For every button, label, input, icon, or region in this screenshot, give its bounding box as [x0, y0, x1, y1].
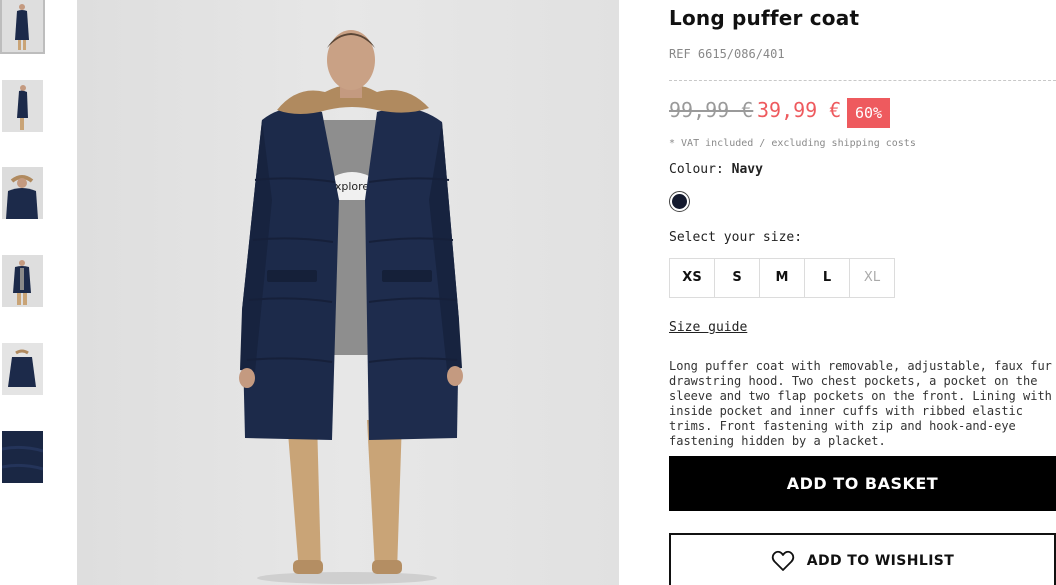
divider — [669, 80, 1056, 81]
wishlist-label: ADD TO WISHLIST — [806, 552, 955, 569]
size-option-xl[interactable]: XL — [850, 259, 894, 297]
colour-label-text: Colour: — [669, 162, 724, 177]
thumbnail-product-flat[interactable] — [2, 343, 43, 395]
thumbnail-side-view[interactable] — [2, 80, 43, 132]
svg-text:xplore: xplore — [335, 180, 370, 193]
heart-icon — [771, 550, 794, 571]
product-main-image[interactable]: xplore — [77, 0, 619, 585]
add-to-wishlist-button[interactable]: ADD TO WISHLIST — [669, 533, 1056, 585]
colour-value: Navy — [731, 162, 763, 177]
thumbnail-fabric-closeup[interactable] — [2, 431, 43, 483]
colour-swatch-navy[interactable] — [669, 191, 690, 212]
model-wearing-coat-illustration: xplore — [239, 30, 463, 584]
size-option-s[interactable]: S — [715, 259, 760, 297]
size-option-m[interactable]: M — [760, 259, 805, 297]
product-reference: REF 6615/086/401 — [669, 47, 785, 61]
product-page: xplore Long puffer coat REF 6615/086/401… — [0, 0, 1056, 585]
add-to-basket-button[interactable]: ADD TO BASKET — [669, 456, 1056, 511]
size-option-l[interactable]: L — [805, 259, 850, 297]
product-details: Long puffer coat REF 6615/086/401 99,99 … — [669, 0, 1056, 585]
vat-note: * VAT included / excluding shipping cost… — [669, 138, 916, 149]
product-description: Long puffer coat with removable, adjusta… — [669, 359, 1052, 448]
sale-price: 39,99 € — [757, 98, 842, 122]
size-label: Select your size: — [669, 230, 803, 245]
product-title: Long puffer coat — [669, 6, 860, 30]
size-guide-link[interactable]: Size guide — [669, 320, 747, 335]
colour-label: Colour: Navy — [669, 162, 763, 177]
discount-badge: 60% — [847, 98, 890, 128]
thumbnail-open-front[interactable] — [2, 255, 43, 307]
thumbnail-front-full[interactable] — [0, 0, 45, 54]
size-option-xs[interactable]: XS — [670, 259, 715, 297]
size-selector: XS S M L XL — [669, 258, 895, 298]
swatch-fill — [672, 194, 687, 209]
original-price: 99,99 € — [669, 98, 754, 122]
thumbnail-detail-hood[interactable] — [2, 167, 43, 219]
